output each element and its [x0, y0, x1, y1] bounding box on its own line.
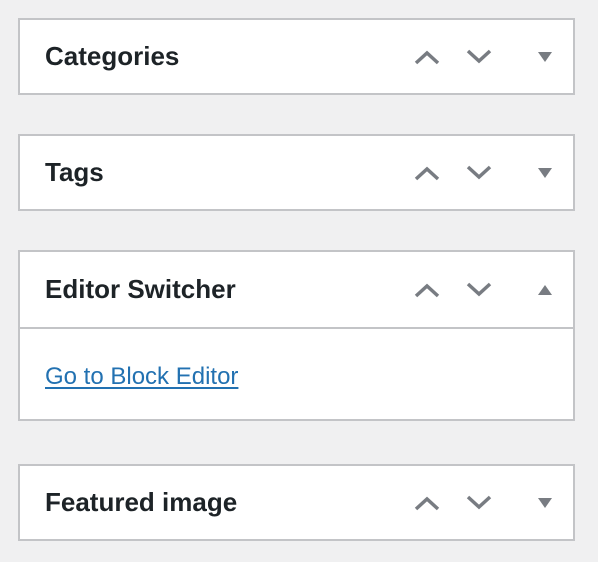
triangle-up-icon	[538, 284, 552, 295]
toggle-panel-button[interactable]	[505, 270, 553, 310]
box-title[interactable]: Categories	[45, 41, 401, 72]
move-up-button[interactable]	[401, 270, 453, 310]
chevron-down-icon	[466, 495, 492, 509]
tags-box: Tags	[18, 134, 575, 211]
chevron-up-icon	[414, 496, 440, 510]
chevron-up-icon	[414, 166, 440, 180]
toggle-panel-button[interactable]	[505, 37, 553, 77]
move-up-button[interactable]	[401, 483, 453, 523]
box-header: Categories	[20, 20, 573, 93]
box-content: Go to Block Editor	[20, 329, 573, 419]
move-down-button[interactable]	[453, 37, 505, 77]
triangle-down-icon	[538, 167, 552, 178]
go-to-block-editor-link[interactable]: Go to Block Editor	[45, 363, 238, 390]
move-up-button[interactable]	[401, 37, 453, 77]
chevron-down-icon	[466, 282, 492, 296]
featured-image-box: Featured image	[18, 464, 575, 541]
handle-actions	[401, 483, 553, 523]
chevron-down-icon	[466, 49, 492, 63]
chevron-up-icon	[414, 283, 440, 297]
chevron-up-icon	[414, 50, 440, 64]
triangle-down-icon	[538, 51, 552, 62]
chevron-down-icon	[466, 165, 492, 179]
toggle-panel-button[interactable]	[505, 153, 553, 193]
move-down-button[interactable]	[453, 153, 505, 193]
box-header: Tags	[20, 136, 573, 209]
move-up-button[interactable]	[401, 153, 453, 193]
box-title[interactable]: Featured image	[45, 487, 401, 518]
editor-switcher-box: Editor Switcher Go to Block Editor	[18, 250, 575, 421]
move-down-button[interactable]	[453, 483, 505, 523]
handle-actions	[401, 270, 553, 310]
handle-actions	[401, 153, 553, 193]
box-title[interactable]: Editor Switcher	[45, 274, 401, 305]
triangle-down-icon	[538, 497, 552, 508]
box-title[interactable]: Tags	[45, 157, 401, 188]
box-header: Featured image	[20, 466, 573, 539]
categories-box: Categories	[18, 18, 575, 95]
toggle-panel-button[interactable]	[505, 483, 553, 523]
box-header: Editor Switcher	[20, 252, 573, 329]
handle-actions	[401, 37, 553, 77]
move-down-button[interactable]	[453, 270, 505, 310]
